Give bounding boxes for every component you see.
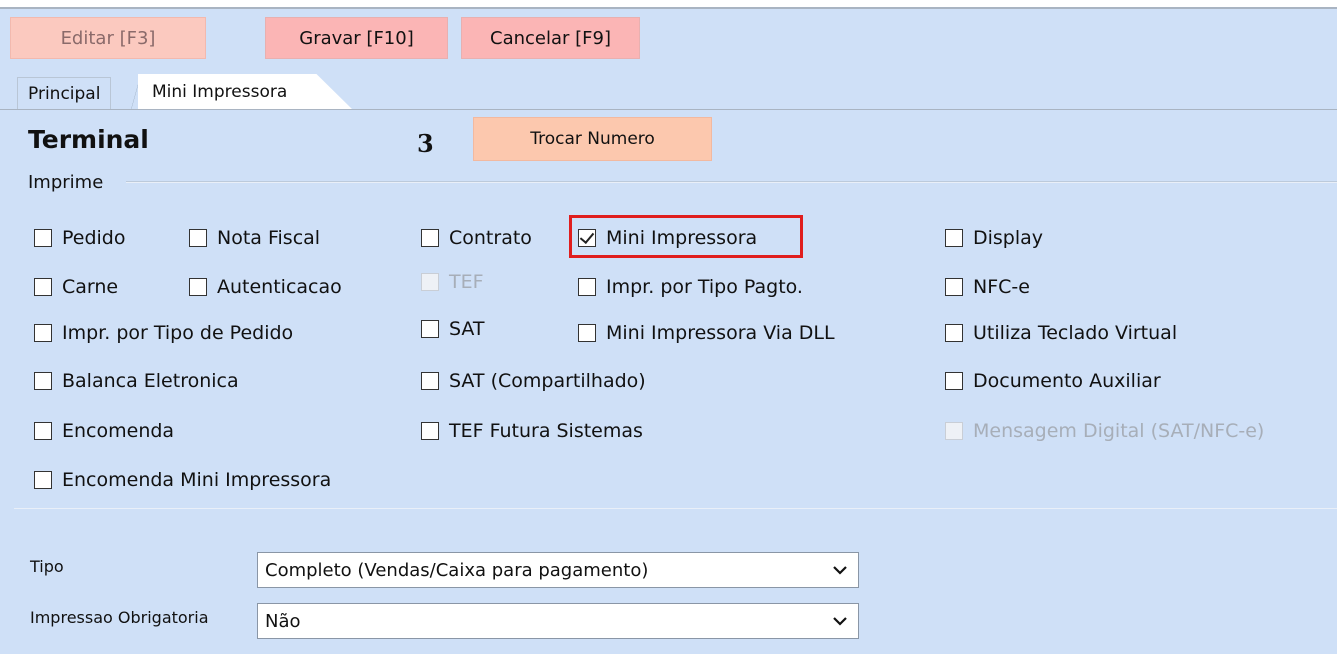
checkbox-label: Balanca Eletronica xyxy=(62,370,239,392)
checkbox-label: Impr. por Tipo Pagto. xyxy=(606,276,803,298)
checkbox-pedido[interactable]: Pedido xyxy=(34,227,126,249)
checkbox-sat-compartilhado[interactable]: SAT (Compartilhado) xyxy=(421,370,646,392)
checkbox-label: Mensagem Digital (SAT/NFC-e) xyxy=(973,420,1265,442)
checkbox-balanca[interactable]: Balanca Eletronica xyxy=(34,370,239,392)
impressao-value: Não xyxy=(265,610,301,632)
cancel-button[interactable]: Cancelar [F9] xyxy=(461,17,640,59)
checkbox-box[interactable] xyxy=(945,278,963,296)
checkbox-carne[interactable]: Carne xyxy=(34,276,118,298)
checkbox-box[interactable] xyxy=(578,278,596,296)
checkbox-label: Impr. por Tipo de Pedido xyxy=(62,322,294,344)
checkbox-impr-tipo-pagto[interactable]: Impr. por Tipo Pagto. xyxy=(578,276,803,298)
checkbox-box[interactable] xyxy=(945,229,963,247)
save-button[interactable]: Gravar [F10] xyxy=(265,17,448,59)
checkbox-label: SAT (Compartilhado) xyxy=(449,370,646,392)
checkbox-label: NFC-e xyxy=(973,276,1030,298)
checkbox-contrato[interactable]: Contrato xyxy=(421,227,532,249)
tipo-label: Tipo xyxy=(30,557,64,576)
tipo-select[interactable]: Completo (Vendas/Caixa para pagamento) xyxy=(257,552,859,588)
checkbox-box[interactable] xyxy=(34,471,52,489)
checkbox-tef: TEF xyxy=(421,271,484,293)
checkbox-label: Pedido xyxy=(62,227,126,249)
section-divider xyxy=(14,508,1337,509)
checkbox-box[interactable] xyxy=(34,229,52,247)
checkbox-box xyxy=(945,422,963,440)
checkbox-box[interactable] xyxy=(945,372,963,390)
impressao-label: Impressao Obrigatoria xyxy=(30,608,209,627)
checkbox-label: Carne xyxy=(62,276,119,298)
checkbox-box[interactable] xyxy=(34,372,52,390)
checkbox-label: SAT xyxy=(449,318,485,340)
terminal-number: 3 xyxy=(417,129,434,158)
chevron-down-icon[interactable] xyxy=(832,562,848,578)
checkbox-box[interactable] xyxy=(421,372,439,390)
checkbox-box[interactable] xyxy=(421,422,439,440)
checkbox-impr-tipo-pedido[interactable]: Impr. por Tipo de Pedido xyxy=(34,322,293,344)
checkbox-teclado-virtual[interactable]: Utiliza Teclado Virtual xyxy=(945,322,1177,344)
checkbox-box[interactable] xyxy=(189,278,207,296)
top-border xyxy=(0,0,1337,9)
checkbox-sat[interactable]: SAT xyxy=(421,318,485,340)
checkbox-box[interactable] xyxy=(421,229,439,247)
tab-underline xyxy=(0,109,1337,110)
checkbox-display[interactable]: Display xyxy=(945,227,1043,249)
checkbox-label: Encomenda Mini Impressora xyxy=(62,469,332,491)
terminal-title: Terminal xyxy=(28,125,149,154)
checkbox-nota-fiscal[interactable]: Nota Fiscal xyxy=(189,227,320,249)
checkbox-box[interactable] xyxy=(34,422,52,440)
imprime-group-label: Imprime xyxy=(28,172,104,193)
checkbox-mensagem-digital: Mensagem Digital (SAT/NFC-e) xyxy=(945,420,1264,442)
checkbox-label: Utiliza Teclado Virtual xyxy=(973,322,1178,344)
checkbox-autenticacao[interactable]: Autenticacao xyxy=(189,276,342,298)
impressao-select[interactable]: Não xyxy=(257,603,859,639)
checkbox-tef-futura[interactable]: TEF Futura Sistemas xyxy=(421,420,643,442)
edit-button[interactable]: Editar [F3] xyxy=(10,17,206,59)
checkbox-label: Mini Impressora Via DLL xyxy=(606,322,835,344)
checkbox-box[interactable] xyxy=(421,320,439,338)
checkbox-box xyxy=(421,273,439,291)
checkbox-encomenda-mini[interactable]: Encomenda Mini Impressora xyxy=(34,469,331,491)
checkbox-box[interactable] xyxy=(34,324,52,342)
checkbox-encomenda[interactable]: Encomenda xyxy=(34,420,174,442)
tipo-value: Completo (Vendas/Caixa para pagamento) xyxy=(265,559,649,581)
checkbox-nfc-e[interactable]: NFC-e xyxy=(945,276,1030,298)
highlight-box xyxy=(569,215,803,258)
group-divider xyxy=(126,181,1337,183)
checkbox-box[interactable] xyxy=(189,229,207,247)
checkbox-label: Display xyxy=(973,227,1044,249)
checkbox-label: Encomenda xyxy=(62,420,175,442)
checkbox-box[interactable] xyxy=(34,278,52,296)
checkbox-label: Autenticacao xyxy=(217,276,342,298)
checkbox-label: Documento Auxiliar xyxy=(973,370,1161,392)
checkbox-documento-auxiliar[interactable]: Documento Auxiliar xyxy=(945,370,1161,392)
change-number-button[interactable]: Trocar Numero xyxy=(473,117,712,161)
tab-principal[interactable]: Principal xyxy=(17,77,112,110)
checkbox-mini-impressora-dll[interactable]: Mini Impressora Via DLL xyxy=(578,322,835,344)
checkbox-label: Nota Fiscal xyxy=(217,227,321,249)
checkbox-box[interactable] xyxy=(945,324,963,342)
tab-strip: Principal Mini Impressora xyxy=(7,70,1337,110)
chevron-down-icon[interactable] xyxy=(832,613,848,629)
tab-mini-impressora[interactable]: Mini Impressora xyxy=(138,74,353,110)
checkbox-label: Contrato xyxy=(449,227,532,249)
checkbox-box[interactable] xyxy=(578,324,596,342)
checkbox-label: TEF Futura Sistemas xyxy=(449,420,643,442)
checkbox-label: TEF xyxy=(449,271,484,293)
